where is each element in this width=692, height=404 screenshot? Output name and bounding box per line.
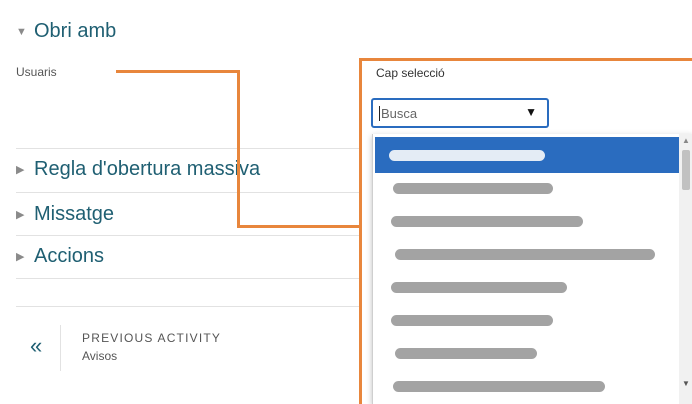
annotation-line [237, 70, 240, 228]
double-chevron-left-icon: « [30, 333, 43, 358]
blurred-user-name [393, 381, 605, 392]
user-option[interactable] [375, 172, 679, 205]
dropdown-scrollbar[interactable]: ▲ ▼ [679, 134, 692, 404]
user-option-selected[interactable] [375, 137, 679, 173]
divider [16, 148, 362, 149]
annotation-line [116, 70, 240, 73]
triangle-right-icon: ▶ [16, 209, 25, 221]
section-actions-label: Accions [34, 245, 105, 267]
separator [60, 325, 61, 371]
section-actions-header[interactable]: ▶ Accions [16, 245, 104, 268]
previous-activity-title: PREVIOUS ACTIVITY [82, 331, 222, 345]
triangle-right-icon: ▶ [16, 164, 25, 176]
section-open-with-header[interactable]: ▼ Obri amb [16, 20, 116, 43]
current-selection-text: Cap selecció [376, 66, 445, 80]
annotation-line [359, 58, 362, 404]
scroll-down-arrow-icon[interactable]: ▼ [682, 379, 690, 388]
blurred-user-name [395, 348, 537, 359]
users-label: Usuaris [16, 65, 57, 79]
user-option[interactable] [375, 205, 679, 238]
user-option[interactable] [375, 337, 679, 370]
page: ▼ Obri amb Usuaris ▶ Regla d'obertura ma… [0, 0, 692, 404]
triangle-right-icon: ▶ [16, 251, 25, 263]
user-search-select[interactable]: Busca ▼ [371, 98, 549, 128]
previous-activity-link[interactable]: « PREVIOUS ACTIVITY Avisos [16, 306, 362, 385]
user-option[interactable] [375, 370, 679, 403]
annotation-line [237, 225, 362, 228]
section-message-label: Missatge [34, 203, 115, 225]
user-option[interactable] [375, 238, 679, 271]
annotation-line [359, 58, 692, 61]
text-cursor [379, 106, 380, 121]
triangle-down-icon: ▼ [16, 25, 27, 38]
blurred-user-name [391, 282, 567, 293]
user-option[interactable] [375, 304, 679, 337]
section-mass-rule-label: Regla d'obertura massiva [34, 158, 261, 180]
section-message-header[interactable]: ▶ Missatge [16, 203, 114, 226]
blurred-user-name [395, 249, 655, 260]
scrollbar-thumb[interactable] [682, 150, 690, 190]
section-mass-rule-header[interactable]: ▶ Regla d'obertura massiva [16, 158, 260, 181]
scroll-up-arrow-icon[interactable]: ▲ [682, 136, 690, 145]
search-placeholder: Busca [381, 106, 418, 121]
dropdown-arrow-icon: ▼ [525, 105, 537, 119]
divider [16, 192, 362, 193]
blurred-user-name [389, 150, 545, 161]
divider [16, 278, 362, 279]
blurred-user-name [391, 315, 553, 326]
section-open-with-label: Obri amb [34, 20, 117, 42]
user-option[interactable] [375, 271, 679, 304]
divider [16, 235, 362, 236]
previous-activity-name: Avisos [82, 349, 118, 363]
user-options-list[interactable]: ▲ ▼ [372, 134, 692, 404]
blurred-user-name [391, 216, 583, 227]
blurred-user-name [393, 183, 553, 194]
